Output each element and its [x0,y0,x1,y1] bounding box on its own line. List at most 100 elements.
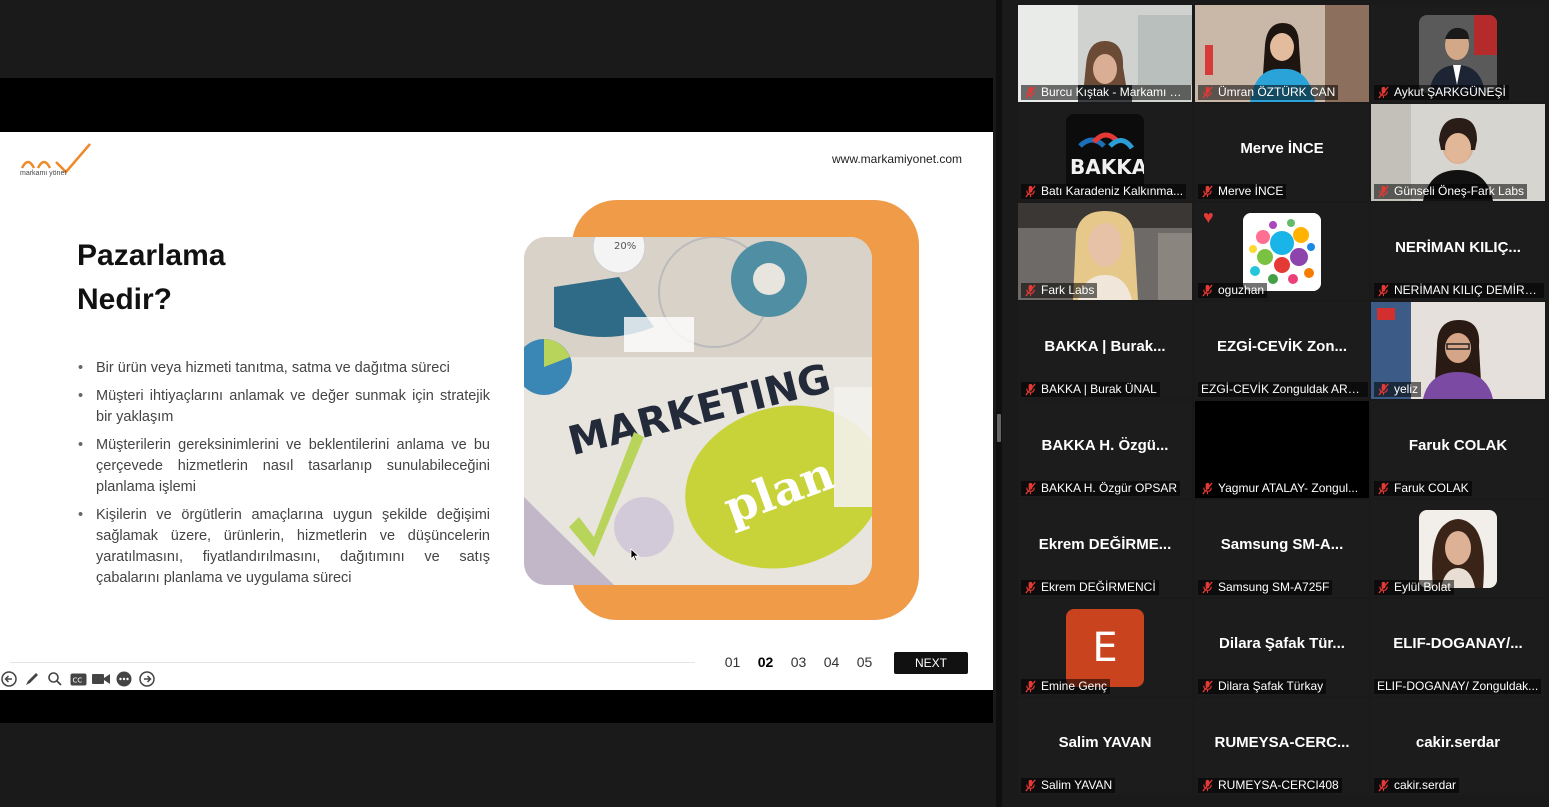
participant-display-name: RUMEYSA-CERC... [1214,734,1350,751]
captions-icon[interactable]: CC [69,670,87,688]
marketing-plan-photo: 20% MARKETING plan [524,237,872,585]
slide-pager: 01 02 03 04 05 [716,654,881,670]
captions-label: CC [72,676,82,684]
page-link[interactable]: 04 [815,654,848,670]
participant-tile[interactable]: ♥ oguzhan [1195,203,1369,300]
participant-name: RUMEYSA-CERCI408 [1218,778,1339,792]
bullet-item: Bir ürün veya hizmeti tanıtma, satma ve … [78,358,490,379]
muted-mic-icon [1378,383,1389,396]
slide-url: www.markamiyonet.com [832,152,963,166]
muted-mic-icon [1378,86,1389,99]
page-link-active[interactable]: 02 [749,654,782,670]
participant-name: Aykut ŞARKGÜNEŞİ [1394,85,1506,99]
presentation-slide: markamı yönet www.markamiyonet.com Pazar… [0,132,993,690]
next-button[interactable]: NEXT [894,652,968,674]
participant-name: EZGİ-CEVİK Zonguldak ARGE [1201,382,1365,396]
participant-tile[interactable]: Aykut ŞARKGÜNEŞİ [1371,5,1545,102]
participant-tile[interactable]: ELIF-DOGANAY/... ELIF-DOGANAY/ Zonguldak… [1371,599,1545,696]
mouse-cursor-icon [630,548,640,562]
participant-tile[interactable]: EZGİ-CEVİK Zon... EZGİ-CEVİK Zonguldak A… [1195,302,1369,399]
participant-label: Yagmur ATALAY- Zongul... [1198,481,1362,496]
participant-label: yeliz [1374,382,1422,397]
participant-tile[interactable]: Yagmur ATALAY- Zongul... [1195,401,1369,498]
title-line-2: Nedir? [77,283,173,316]
participant-tile[interactable]: cakir.serdar cakir.serdar [1371,698,1545,795]
muted-mic-icon [1202,86,1213,99]
participant-tile[interactable]: Ümran ÖZTÜRK CAN [1195,5,1369,102]
participant-tile[interactable]: E Emine Genç [1018,599,1192,696]
participant-display-name: EZGİ-CEVİK Zon... [1217,338,1347,355]
participant-name: Faruk COLAK [1394,481,1469,495]
participant-display-name: BAKKA | Burak... [1044,338,1166,355]
participant-label: NERİMAN KILIÇ DEMİRC... [1374,283,1544,298]
participant-label: Fark Labs [1021,283,1098,298]
participant-name: BAKKA H. Özgür OPSAR [1041,481,1178,495]
participant-label: Aykut ŞARKGÜNEŞİ [1374,85,1509,100]
page-link[interactable]: 05 [848,654,881,670]
video-icon[interactable] [92,670,110,688]
participant-label: Ekrem DEĞİRMENCİ [1021,580,1159,595]
shared-screen: markamı yönet www.markamiyonet.com Pazar… [0,0,996,807]
participant-tile[interactable]: Günseli Öneş-Fark Labs [1371,104,1545,201]
bakka-logo-text: BAKKA [1070,155,1144,179]
participant-label: BAKKA | Burak ÜNAL [1021,382,1160,397]
muted-mic-icon [1202,779,1213,792]
bullet-item: Müşteri ihtiyaçlarını anlamak ve değer s… [78,386,490,428]
panel-splitter[interactable] [996,0,1002,807]
participant-label: Eylül Bolat [1374,580,1454,595]
muted-mic-icon [1202,680,1213,693]
muted-mic-icon [1025,284,1036,297]
participant-tile[interactable]: Merve İNCE Merve İNCE [1195,104,1369,201]
participant-display-name: NERİMAN KILIÇ... [1395,239,1521,256]
participant-name: Eylül Bolat [1394,580,1451,594]
participant-display-name: BAKKA H. Özgü... [1041,437,1169,454]
page-link[interactable]: 03 [782,654,815,670]
participant-label: Günseli Öneş-Fark Labs [1374,184,1528,199]
participant-name: oguzhan [1218,283,1265,297]
participant-label: Salim YAVAN [1021,778,1116,793]
participant-tile[interactable]: RUMEYSA-CERC... RUMEYSA-CERCI408 [1195,698,1369,795]
muted-mic-icon [1378,185,1389,198]
muted-mic-icon [1202,482,1213,495]
participant-tile[interactable]: Dilara Şafak Tür... Dilara Şafak Türkay [1195,599,1369,696]
participant-tile[interactable]: BAKKA | Burak... BAKKA | Burak ÜNAL [1018,302,1192,399]
avatar-letter: E [1092,625,1118,671]
page-link[interactable]: 01 [716,654,749,670]
pen-icon[interactable] [23,670,41,688]
forward-arrow-icon[interactable] [138,670,156,688]
participant-tile[interactable]: BAKKA H. Özgü... BAKKA H. Özgür OPSAR [1018,401,1192,498]
annotation-toolbar: CC [0,670,156,688]
muted-mic-icon [1378,779,1389,792]
bullet-item: Müşterilerin gereksinimlerini ve beklent… [78,435,490,498]
more-icon[interactable] [115,670,133,688]
participant-tile[interactable]: BAKKA Batı Karadeniz Kalkınma... [1018,104,1192,201]
participant-tile[interactable]: Burcu Kıştak - Markamı Yön... [1018,5,1192,102]
participant-name: NERİMAN KILIÇ DEMİRC... [1394,283,1541,297]
participant-tile[interactable]: Eylül Bolat [1371,500,1545,597]
participant-name: Fark Labs [1041,283,1095,297]
bullet-list: Bir ürün veya hizmeti tanıtma, satma ve … [78,358,490,596]
back-arrow-icon[interactable] [0,670,18,688]
title-line-1: Pazarlama [77,239,226,272]
bullet-item: Kişilerin ve örgütlerin amaçlarına uygun… [78,505,490,589]
muted-mic-icon [1025,680,1036,693]
participant-tile[interactable]: Faruk COLAK Faruk COLAK [1371,401,1545,498]
participant-avatar [1419,510,1497,588]
participant-display-name: Faruk COLAK [1408,437,1508,454]
participant-tile[interactable]: Samsung SM-A... Samsung SM-A725F [1195,500,1369,597]
participant-label: Burcu Kıştak - Markamı Yön... [1021,85,1191,100]
participant-tile[interactable]: Salim YAVAN Salim YAVAN [1018,698,1192,795]
muted-mic-icon [1025,779,1036,792]
participant-name: Dilara Şafak Türkay [1218,679,1324,693]
participant-tile[interactable]: NERİMAN KILIÇ... NERİMAN KILIÇ DEMİRC... [1371,203,1545,300]
participant-name: Emine Genç [1041,679,1108,693]
participant-tile[interactable]: Fark Labs [1018,203,1192,300]
participant-tile[interactable]: Ekrem DEĞİRME... Ekrem DEĞİRMENCİ [1018,500,1192,597]
participant-display-name: ELIF-DOGANAY/... [1393,635,1523,652]
muted-mic-icon [1025,86,1036,99]
participant-gallery: Burcu Kıştak - Markamı Yön... Ümran ÖZTÜ… [1018,5,1546,803]
zoom-icon[interactable] [46,670,64,688]
muted-mic-icon [1378,482,1389,495]
splitter-grip-icon[interactable] [997,414,1001,442]
participant-tile[interactable]: yeliz [1371,302,1545,399]
